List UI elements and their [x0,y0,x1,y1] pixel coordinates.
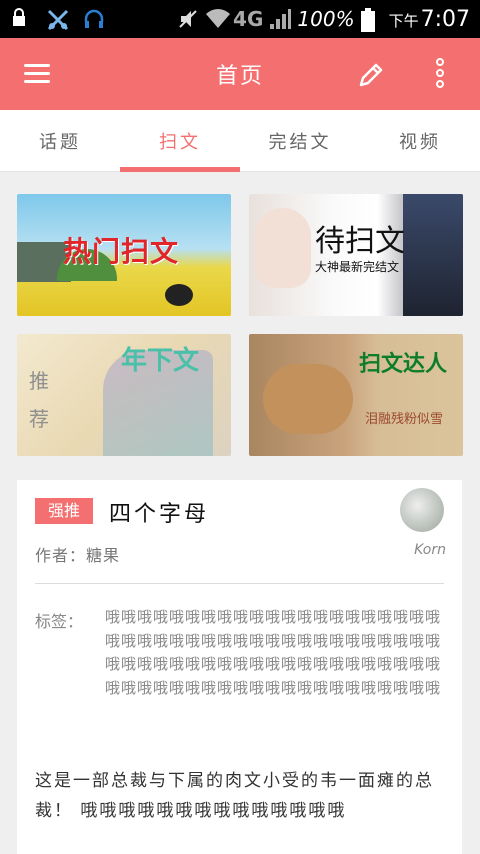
banner-hot-title: 热门扫文 [63,235,180,268]
page-title: 首页 [215,64,264,89]
lock-icon [10,8,32,30]
wifi-icon [205,8,231,30]
signal-icon [269,8,292,30]
banner-hot[interactable]: 热门扫文 [17,194,231,316]
clock: 下午7:07 [389,7,470,32]
app-bar: 首页 [0,38,480,110]
more-options-icon[interactable] [436,58,446,91]
headset-icon [82,8,104,30]
tags-label: 标签： [35,612,84,631]
battery-icon [360,8,383,32]
banner-younger[interactable]: 推荐 年下文 [17,334,231,456]
article-card[interactable]: 强推 四个字母 作者：糖果 Korn 标签： 哦哦哦哦哦哦哦哦哦哦哦哦哦哦哦哦哦… [17,480,462,854]
banner-expert-subtitle: 泪融残粉似雪 [365,412,444,427]
banner-expert-title: 扫文达人 [359,352,448,377]
article-description: 这是一部总裁与下属的肉文小受的韦一面瘫的总裁！ 哦哦哦哦哦哦哦哦哦哦哦哦哦哦 [35,771,434,821]
mute-icon [177,8,199,30]
avatar[interactable] [400,488,444,532]
poster-username[interactable]: Korn [414,542,446,558]
tab-completed[interactable]: 完结文 [240,110,360,171]
clock-period: 下午 [388,11,419,30]
banner-grid: 热门扫文 待扫文 大神最新完结文 推荐 年下文 扫文达人 泪融残粉似雪 [0,172,480,456]
banner-pending-subtitle: 大神最新完结文 [315,260,400,274]
bee-illustration [165,284,193,306]
banner-pending[interactable]: 待扫文 大神最新完结文 [249,194,463,316]
anime-face-illustration [255,208,311,288]
article-title: 四个字母 [109,502,210,527]
banner-younger-side-label: 推荐 [29,369,49,431]
banner-younger-title: 年下文 [121,346,200,376]
tab-bar: 话题 扫文 完结文 视频 [0,110,480,172]
edit-icon[interactable] [356,60,386,94]
anime-hair-illustration [403,194,463,316]
tab-video[interactable]: 视频 [360,110,480,171]
recommend-badge: 强推 [35,498,93,524]
tab-topics[interactable]: 话题 [0,110,120,171]
tab-scan-articles[interactable]: 扫文 [120,110,240,171]
usb-debug-icon [46,8,69,31]
banner-expert[interactable]: 扫文达人 泪融残粉似雪 [249,334,463,456]
banner-pending-title: 待扫文 [315,224,405,259]
tab-indicator [120,167,240,172]
status-bar: 4G 100% 下午7:07 [0,0,480,38]
clock-time: 7:07 [420,6,470,32]
article-author: 作者：糖果 [35,546,121,565]
cat-illustration [263,364,353,434]
divider [35,583,444,584]
tags-list: 哦哦哦哦哦哦哦哦哦哦哦哦哦哦哦哦哦哦哦哦哦哦哦哦哦哦哦哦哦哦哦哦哦哦哦哦哦哦哦哦… [105,608,442,697]
battery-percent: 100% [297,7,355,31]
network-type: 4G [233,7,264,31]
